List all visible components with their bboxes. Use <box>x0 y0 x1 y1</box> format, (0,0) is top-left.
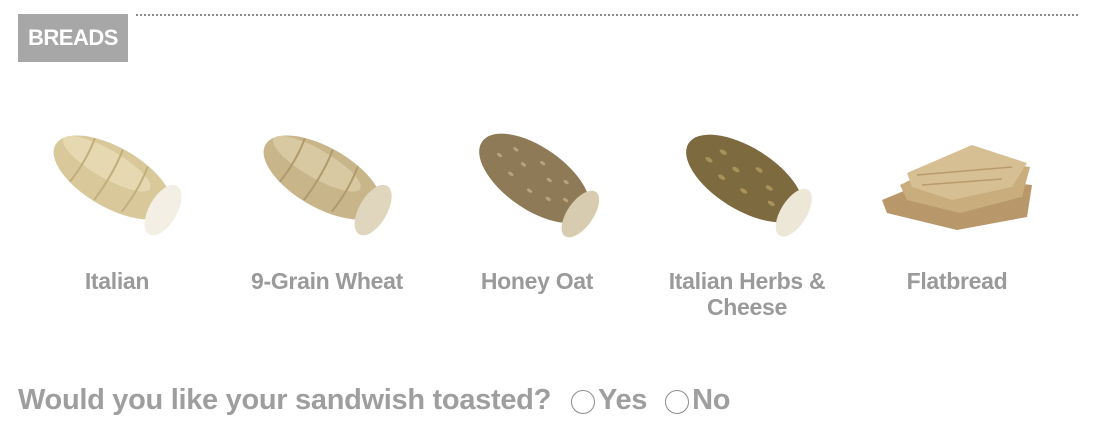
breads-section-title: BREADS <box>18 14 128 62</box>
nine-grain-wheat-bread-image <box>263 135 392 236</box>
bread-option-9-grain-wheat[interactable]: 9-Grain Wheat <box>232 105 422 294</box>
dotted-divider <box>136 14 1078 16</box>
toast-no-label: No <box>692 383 731 416</box>
bread-option-italian-herbs-cheese[interactable]: Italian Herbs & Cheese <box>652 105 842 320</box>
bread-label-9-grain-wheat: 9-Grain Wheat <box>250 268 403 294</box>
bread-label-italian-herbs-cheese: Italian Herbs & Cheese <box>668 268 826 320</box>
honey-oat-bread-image <box>479 133 600 238</box>
bread-label-italian: Italian <box>84 268 150 294</box>
toast-no-option[interactable]: No <box>665 384 730 417</box>
toast-yes-option[interactable]: Yes <box>571 384 647 417</box>
italian-bread-image <box>53 135 182 236</box>
breads-section-header: BREADS <box>18 14 1078 62</box>
bread-option-flatbread[interactable]: Flatbread <box>862 105 1052 294</box>
bread-label-honey-oat: Honey Oat <box>480 268 594 294</box>
toast-question-text: Would you like your sandwish toasted? <box>18 383 551 416</box>
bread-option-honey-oat[interactable]: Honey Oat <box>442 105 632 294</box>
toast-no-radio[interactable] <box>665 390 690 414</box>
toast-question-row: Would you like your sandwish toasted? Ye… <box>18 380 730 420</box>
bread-option-italian[interactable]: Italian <box>22 105 212 294</box>
toast-yes-radio[interactable] <box>571 390 595 414</box>
toast-yes-label: Yes <box>598 383 648 416</box>
bread-label-flatbread: Flatbread <box>906 268 1008 294</box>
italian-herbs-cheese-bread-image <box>686 134 812 237</box>
flatbread-image <box>882 145 1032 230</box>
